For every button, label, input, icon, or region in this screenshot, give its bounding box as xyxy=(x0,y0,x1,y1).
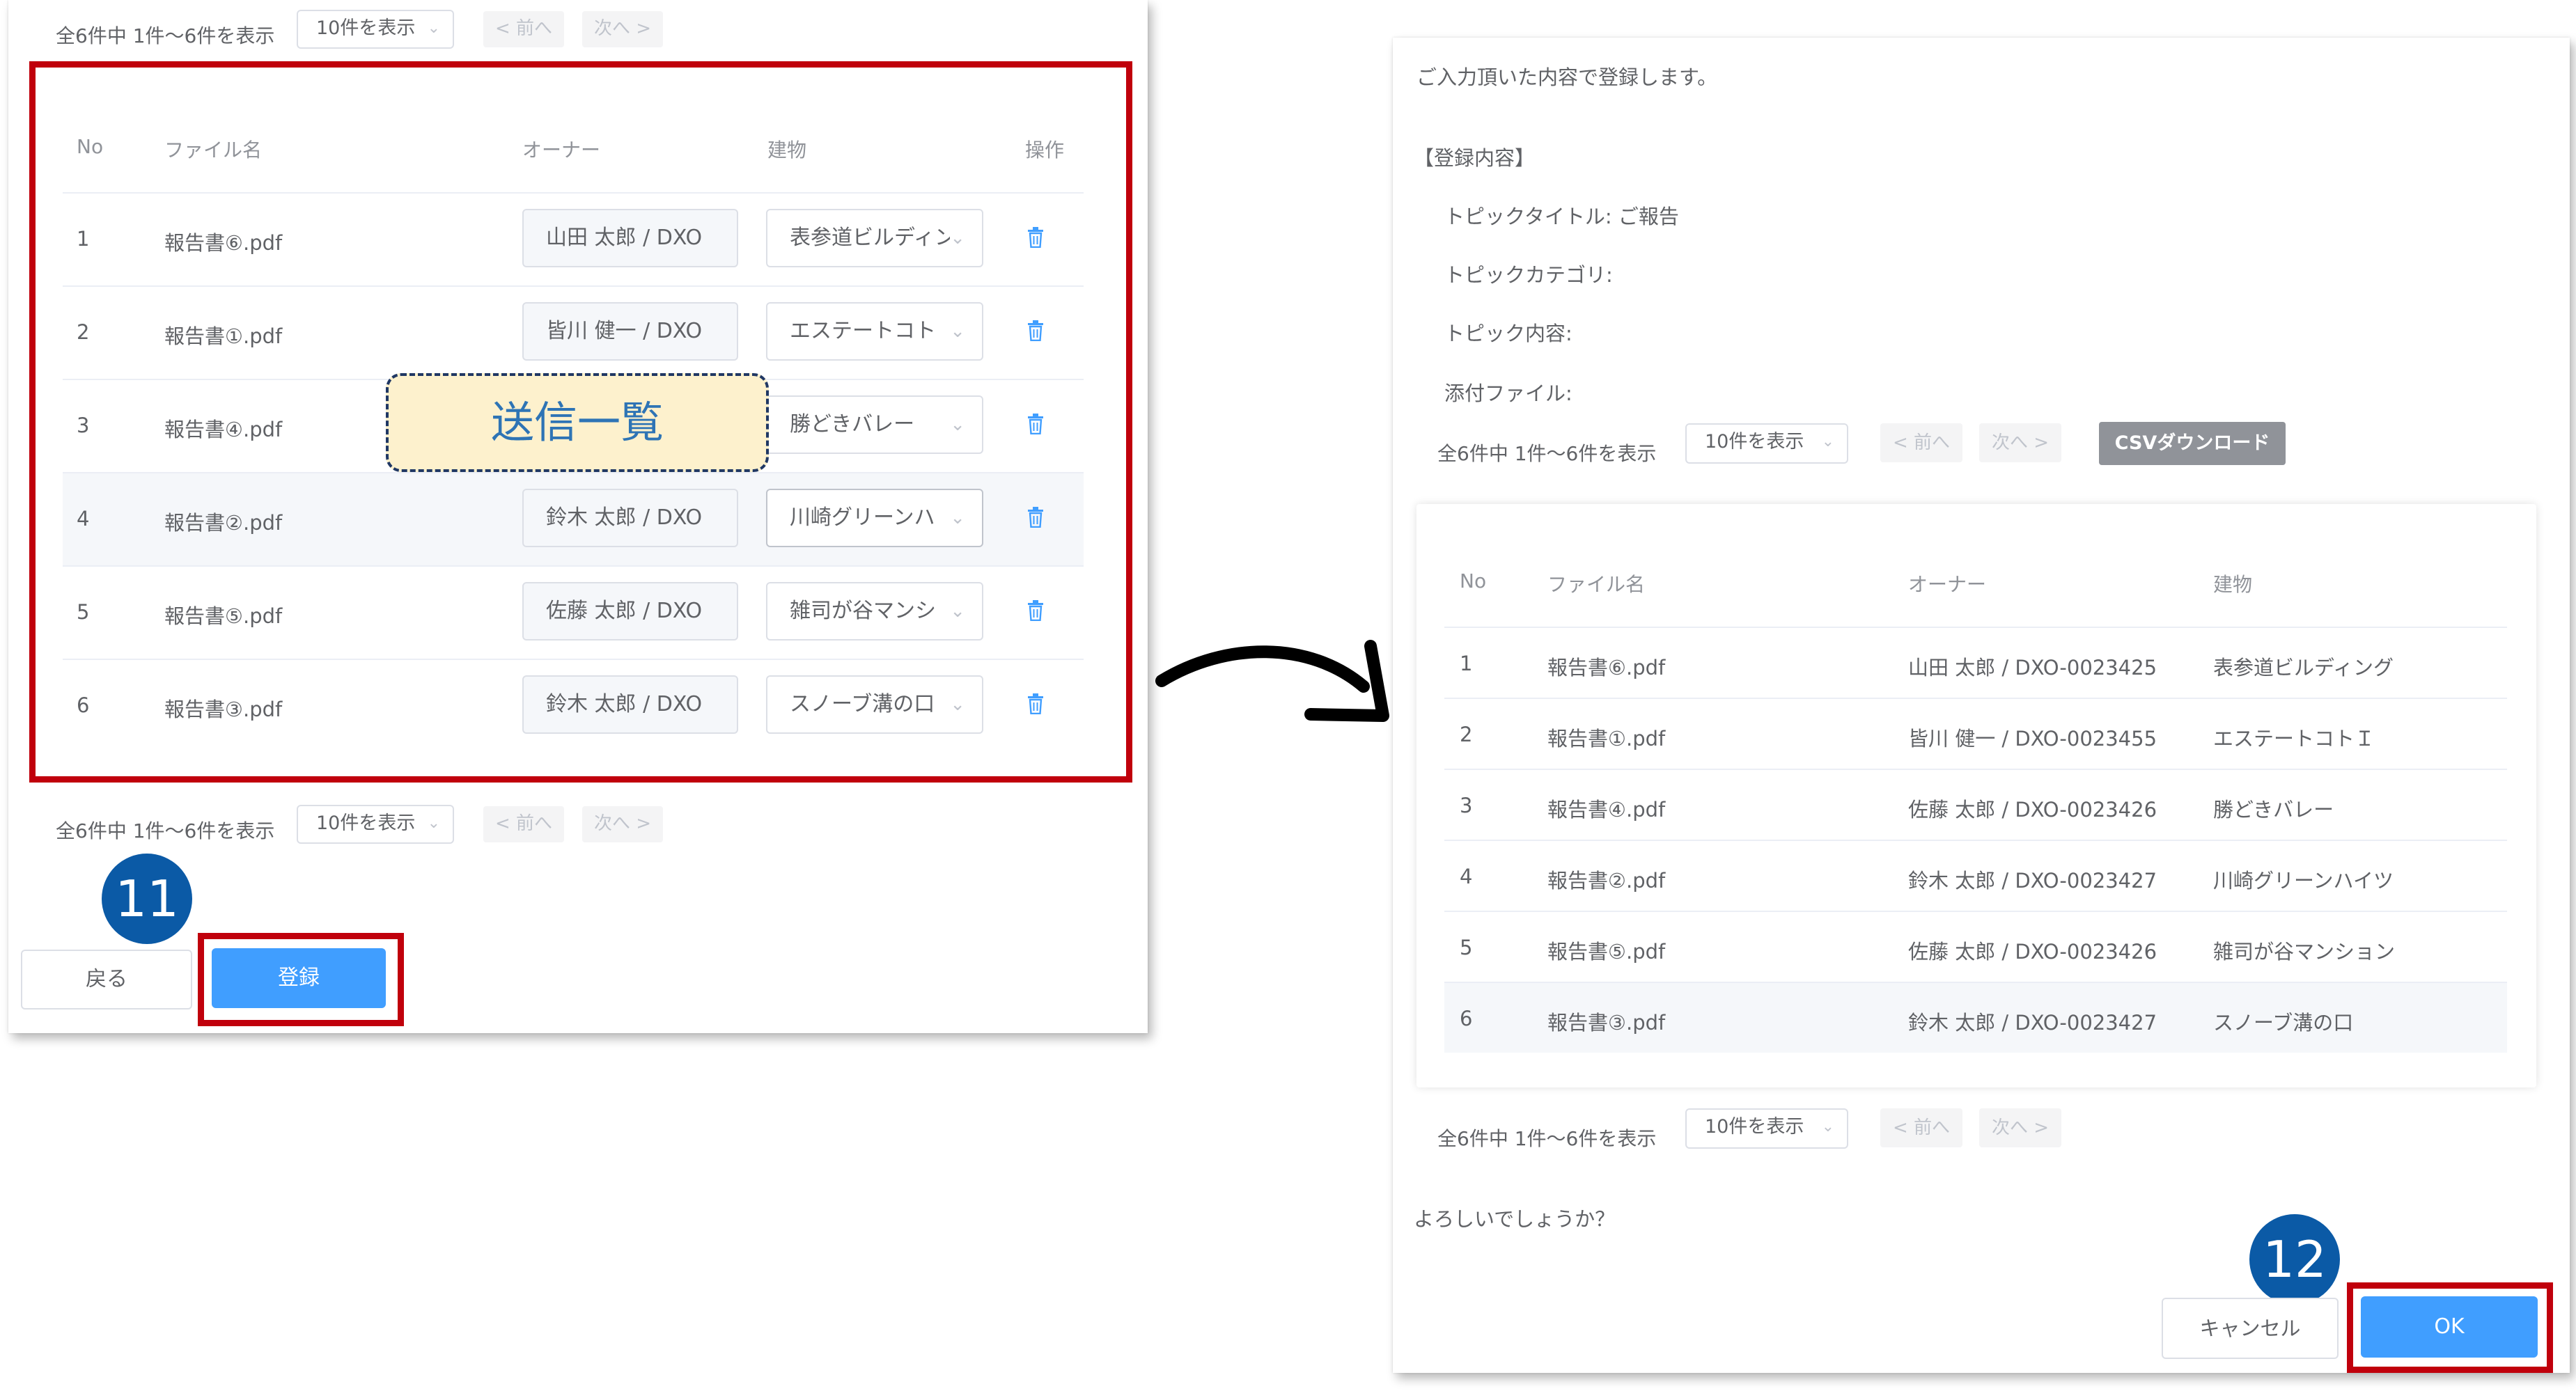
prev-page-button-top[interactable]: < 前へ xyxy=(483,11,564,47)
file-name: 報告書⑤.pdf xyxy=(1547,940,1666,964)
prev-page-button-bottom[interactable]: < 前へ xyxy=(1880,1108,1962,1147)
page-size-select-top[interactable]: 10件を表示 ⌄ xyxy=(1685,423,1848,464)
pager-summary-top: 全6件中 1件～6件を表示 xyxy=(1437,442,1657,465)
table-row: 2 報告書①.pdf 皆川 健一 / DXO-0023455 エステートコトＩ xyxy=(1444,699,2507,770)
ok-button[interactable]: OK xyxy=(2361,1296,2538,1358)
owner-name: 鈴木 太郎 / DXO-0023427 xyxy=(1908,869,2157,893)
pager-summary-bottom: 全6件中 1件～6件を表示 xyxy=(56,819,275,842)
building-name: 川崎グリーンハイツ xyxy=(2213,869,2394,893)
owner-name: 佐藤 太郎 / DXO-0023426 xyxy=(1908,940,2157,964)
step-badge-12: 12 xyxy=(2249,1214,2340,1305)
next-page-button-bottom[interactable]: 次へ > xyxy=(1979,1108,2061,1147)
file-name: 報告書①.pdf xyxy=(1547,727,1666,750)
column-header-building: 建物 xyxy=(2213,573,2253,596)
row-number: 6 xyxy=(1460,1007,1473,1030)
owner-name: 鈴木 太郎 / DXO-0023427 xyxy=(1908,1011,2157,1035)
chevron-down-icon: ⌄ xyxy=(1821,433,1834,450)
column-header-no: No xyxy=(1460,569,1487,592)
row-number: 5 xyxy=(1460,936,1473,959)
topic-category-field: トピックカテゴリ: xyxy=(1444,263,1613,287)
chevron-down-icon: ⌄ xyxy=(427,19,440,37)
table-row: 3 報告書④.pdf 佐藤 太郎 / DXO-0023426 勝どきバレー xyxy=(1444,770,2507,841)
cancel-button[interactable]: キャンセル xyxy=(2162,1298,2339,1359)
page-size-select-bottom[interactable]: 10件を表示 ⌄ xyxy=(1685,1108,1848,1149)
page-size-select-label: 10件を表示 xyxy=(1705,431,1804,453)
column-header-file: ファイル名 xyxy=(1547,573,1646,596)
next-page-button-top[interactable]: 次へ > xyxy=(1979,423,2061,462)
attachment-field: 添付ファイル: xyxy=(1444,382,1572,405)
csv-download-button[interactable]: CSVダウンロード xyxy=(2099,422,2286,465)
table-row: 1 報告書⑥.pdf 山田 太郎 / DXO-0023425 表参道ビルディング xyxy=(1444,628,2507,699)
file-name: 報告書④.pdf xyxy=(1547,798,1666,822)
table-row: 4 報告書②.pdf 鈴木 太郎 / DXO-0023427 川崎グリーンハイツ xyxy=(1444,841,2507,912)
pager-summary-bottom: 全6件中 1件～6件を表示 xyxy=(1437,1127,1657,1150)
prev-page-button-top[interactable]: < 前へ xyxy=(1880,423,1962,462)
confirm-table: No ファイル名 オーナー 建物 1 報告書⑥.pdf 山田 太郎 / DXO-… xyxy=(1444,550,2507,1054)
row-number: 4 xyxy=(1460,865,1473,888)
page-size-select-top[interactable]: 10件を表示 ⌄ xyxy=(297,10,454,49)
step-badge-11: 11 xyxy=(102,854,192,944)
column-header-owner: オーナー xyxy=(1908,573,1987,596)
building-name: エステートコトＩ xyxy=(2213,727,2375,750)
owner-name: 山田 太郎 / DXO-0023425 xyxy=(1908,656,2157,679)
register-button[interactable]: 登録 xyxy=(212,948,386,1008)
row-number: 2 xyxy=(1460,723,1473,746)
building-name: 表参道ビルディング xyxy=(2213,656,2394,679)
building-name: スノーブ溝の口 xyxy=(2213,1011,2354,1035)
page-size-select-label: 10件を表示 xyxy=(316,812,416,834)
building-name: 雑司が谷マンション xyxy=(2213,940,2396,964)
chevron-down-icon: ⌄ xyxy=(427,815,440,832)
callout-text: 送信一覧 xyxy=(490,397,664,448)
table-row: 5 報告書⑤.pdf 佐藤 太郎 / DXO-0023426 雑司が谷マンション xyxy=(1444,912,2507,983)
topic-title-field: トピックタイトル: ご報告 xyxy=(1444,205,1679,228)
row-number: 3 xyxy=(1460,794,1473,817)
page-size-select-label: 10件を表示 xyxy=(1705,1116,1804,1138)
next-page-button-top[interactable]: 次へ > xyxy=(582,11,663,47)
row-number: 1 xyxy=(1460,652,1473,675)
callout-label: 送信一覧 xyxy=(386,373,769,472)
table-row: 6 報告書③.pdf 鈴木 太郎 / DXO-0023427 スノーブ溝の口 xyxy=(1444,983,2507,1053)
page-size-select-label: 10件を表示 xyxy=(316,17,416,39)
section-title: 【登録内容】 xyxy=(1414,146,1536,170)
next-page-button-bottom[interactable]: 次へ > xyxy=(582,806,663,842)
page-size-select-bottom[interactable]: 10件を表示 ⌄ xyxy=(297,805,454,844)
confirm-intro: ご入力頂いた内容で登録します。 xyxy=(1416,65,1718,89)
back-button[interactable]: 戻る xyxy=(21,950,192,1009)
confirm-question: よろしいでしょうか？ xyxy=(1414,1207,1616,1231)
file-name: 報告書⑥.pdf xyxy=(1547,656,1666,679)
file-name: 報告書③.pdf xyxy=(1547,1011,1666,1035)
file-name: 報告書②.pdf xyxy=(1547,869,1666,893)
pager-summary-top: 全6件中 1件～6件を表示 xyxy=(56,24,275,47)
topic-content-field: トピック内容: xyxy=(1444,322,1572,345)
building-name: 勝どきバレー xyxy=(2213,798,2334,822)
prev-page-button-bottom[interactable]: < 前へ xyxy=(483,806,564,842)
curved-arrow-icon xyxy=(1149,627,1414,738)
chevron-down-icon: ⌄ xyxy=(1821,1118,1834,1135)
owner-name: 皆川 健一 / DXO-0023455 xyxy=(1908,727,2157,750)
owner-name: 佐藤 太郎 / DXO-0023426 xyxy=(1908,798,2157,822)
